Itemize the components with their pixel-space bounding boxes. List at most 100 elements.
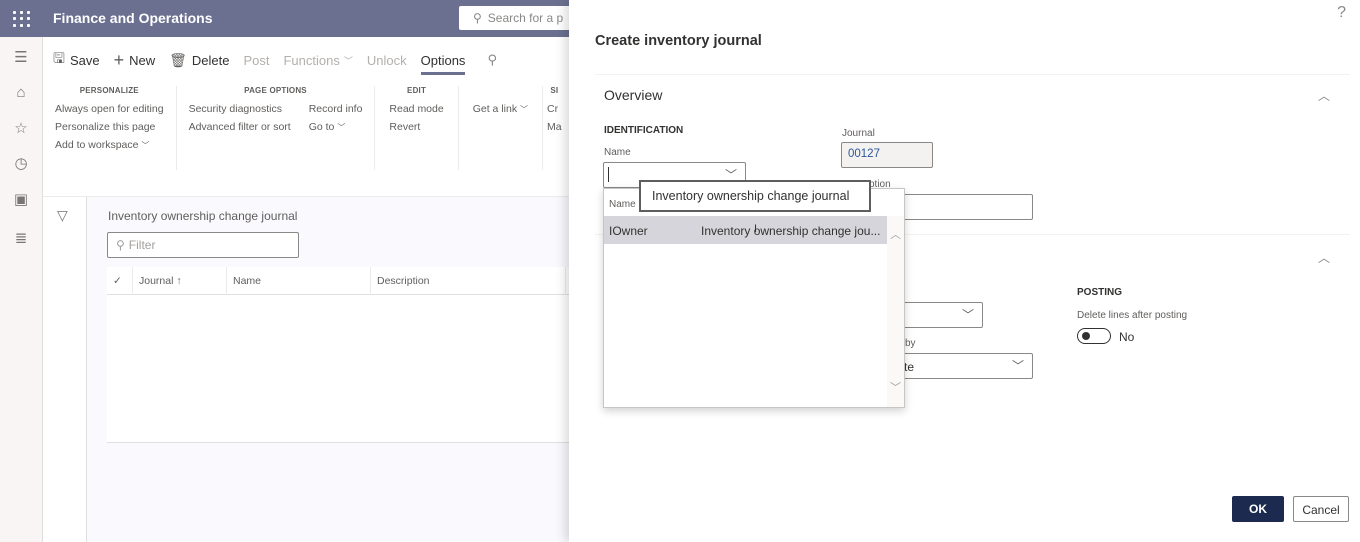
- home-icon[interactable]: ⌂: [12, 84, 30, 102]
- lookup-row-name: IOwner: [609, 224, 648, 238]
- list-title: Inventory ownership change journal: [108, 209, 298, 223]
- delete-lines-toggle[interactable]: [1077, 328, 1111, 344]
- go-to-label: Go to: [308, 121, 335, 133]
- group-title: EDIT: [407, 86, 427, 95]
- scroll-down-chevron-icon[interactable]: ﹀: [890, 379, 901, 395]
- journal-field: 00127: [841, 142, 933, 168]
- cut-off-item[interactable]: Cr: [547, 103, 562, 115]
- security-diagnostics-button[interactable]: Security diagnostics: [189, 103, 291, 115]
- column-header-name[interactable]: Name: [227, 266, 371, 295]
- cut-off-item[interactable]: Ma: [547, 121, 562, 133]
- left-navigation: ☰ ⌂ ☆ ◷ ▣ ≣: [0, 37, 43, 542]
- delete-lines-value: No: [1119, 330, 1135, 344]
- group-title: PAGE OPTIONS: [244, 86, 307, 95]
- filter-placeholder: Filter: [128, 238, 156, 252]
- chevron-down-icon: ﹀: [1011, 359, 1024, 373]
- filter-funnel-icon[interactable]: ▽: [57, 207, 68, 224]
- new-label: New: [129, 52, 156, 68]
- unlock-label: Unlock: [366, 52, 407, 68]
- group-personalize: PERSONALIZE Always open for editing Pers…: [43, 86, 177, 170]
- favorites-star-icon[interactable]: ☆: [12, 120, 30, 138]
- collapse-chevron-up-icon[interactable]: ︿: [1318, 249, 1330, 266]
- search-icon: ⚲: [116, 238, 125, 252]
- identification-group-label: IDENTIFICATION: [604, 125, 684, 136]
- post-label: Post: [243, 52, 270, 68]
- revert-button[interactable]: Revert: [389, 121, 443, 133]
- go-to-menu[interactable]: Go to ﹀: [309, 121, 363, 133]
- post-button[interactable]: Post: [243, 53, 269, 68]
- delete-button[interactable]: 🗑 Delete: [169, 52, 229, 69]
- journal-value: 00127: [848, 148, 880, 160]
- column-header-journal[interactable]: Journal ↑: [133, 266, 227, 295]
- recent-clock-icon[interactable]: ◷: [12, 155, 30, 173]
- functions-label: Functions: [283, 52, 340, 68]
- action-pane: 🖫 Save + New 🗑 Delete Post Functions ﹀ Unloc…: [43, 37, 580, 197]
- options-groups: PERSONALIZE Always open for editing Pers…: [43, 86, 566, 170]
- search-placeholder: Search for a p: [487, 11, 564, 25]
- chevron-down-icon: ﹀: [141, 141, 150, 150]
- scroll-up-chevron-icon[interactable]: ︿: [890, 226, 901, 242]
- chevron-down-icon: ﹀: [961, 308, 974, 322]
- lookup-column-header: Name: [609, 199, 636, 210]
- ok-button[interactable]: OK: [1232, 496, 1284, 522]
- always-open-for-editing-button[interactable]: Always open for editing: [55, 103, 164, 115]
- modules-list-icon[interactable]: ≣: [12, 230, 30, 248]
- collapse-chevron-up-icon[interactable]: ︿: [1318, 87, 1330, 104]
- delete-lines-label: Delete lines after posting: [1077, 310, 1188, 321]
- command-bar: 🖫 Save + New 🗑 Delete Post Functions ﹀ Unloc…: [53, 48, 511, 75]
- save-label: Save: [69, 52, 100, 68]
- group-share: Get a link ﹀: [459, 86, 543, 170]
- column-label: Journal: [139, 274, 174, 287]
- divider: [595, 74, 1350, 75]
- group-page-options: PAGE OPTIONS Security diagnostics Advanc…: [177, 86, 376, 170]
- top-nav-bar: Finance and Operations ⚲ Search for a p: [0, 0, 589, 37]
- lookup-row-description: Inventory ownership change jou...: [701, 224, 881, 238]
- selected-by-label: by: [905, 338, 916, 349]
- personalize-this-page-button[interactable]: Personalize this page: [55, 121, 164, 133]
- search-icon: ⚲: [487, 52, 497, 67]
- cancel-button[interactable]: Cancel: [1293, 496, 1349, 522]
- grid-header: ✓ Journal ↑ Name Description: [107, 266, 580, 295]
- group-edit: EDIT Read mode Revert: [375, 86, 459, 170]
- get-a-link-menu[interactable]: Get a link ﹀: [473, 103, 528, 115]
- read-mode-button[interactable]: Read mode: [389, 103, 443, 115]
- ibeam-cursor-icon: I: [754, 223, 758, 235]
- filter-pane: ▽: [43, 197, 87, 542]
- journal-grid: ✓ Journal ↑ Name Description: [107, 266, 580, 443]
- group-title: SI: [550, 86, 559, 95]
- new-button[interactable]: + New: [114, 50, 156, 71]
- workspaces-icon[interactable]: ▣: [12, 191, 30, 209]
- text-caret: [608, 167, 609, 182]
- help-icon[interactable]: ?: [1337, 4, 1346, 22]
- app-launcher-icon[interactable]: [10, 8, 32, 30]
- name-lookup-dropdown: Name IOwner Inventory ownership change j…: [603, 188, 905, 408]
- overview-section-title[interactable]: Overview: [604, 87, 662, 103]
- chevron-down-icon: ﹀: [520, 105, 528, 114]
- add-to-workspace-label: Add to workspace: [55, 139, 139, 151]
- list-filter-input[interactable]: ⚲ Filter: [107, 232, 299, 258]
- chevron-down-icon: ﹀: [343, 55, 353, 66]
- column-label: Name: [233, 274, 262, 287]
- get-a-link-label: Get a link: [472, 103, 518, 115]
- advanced-filter-button[interactable]: Advanced filter or sort: [189, 121, 291, 133]
- selected-by-value: te: [904, 360, 915, 374]
- functions-menu[interactable]: Functions ﹀: [283, 53, 352, 68]
- save-button[interactable]: 🖫 Save: [53, 48, 100, 72]
- sort-ascending-icon: ↑: [176, 274, 182, 287]
- select-all-checkbox[interactable]: ✓: [107, 266, 133, 295]
- action-search-button[interactable]: ⚲: [479, 52, 497, 68]
- list-area: Inventory ownership change journal ⚲ Filt…: [87, 197, 580, 542]
- lookup-row[interactable]: IOwner Inventory ownership change jou...: [604, 216, 888, 244]
- column-header-description[interactable]: Description: [371, 266, 566, 295]
- chevron-down-icon: ﹀: [337, 123, 346, 132]
- add-to-workspace-menu[interactable]: Add to workspace ﹀: [55, 139, 164, 151]
- hamburger-icon[interactable]: ☰: [12, 49, 30, 67]
- unlock-button[interactable]: Unlock: [367, 53, 407, 68]
- group-cut-off: SI Cr Ma: [543, 86, 566, 170]
- posting-group-label: POSTING: [1077, 287, 1123, 298]
- tab-options[interactable]: Options: [420, 53, 465, 75]
- record-info-button[interactable]: Record info: [309, 103, 363, 115]
- group-title: PERSONALIZE: [79, 86, 139, 95]
- tooltip: Inventory ownership change journal: [639, 180, 871, 212]
- search-icon: ⚲: [473, 11, 482, 25]
